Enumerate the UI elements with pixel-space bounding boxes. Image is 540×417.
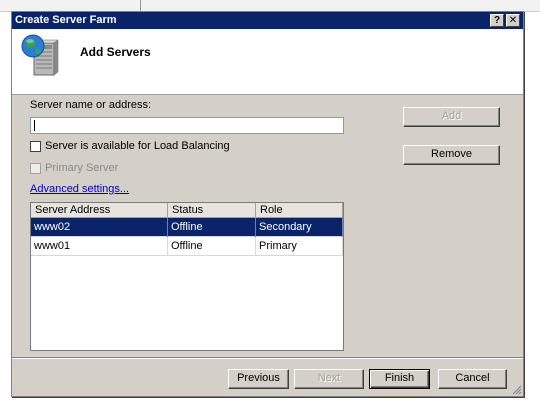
- server-globe-icon: [20, 33, 64, 79]
- cell-server-address: www02: [31, 217, 168, 237]
- wizard-footer: Previous Next Finish Cancel: [12, 360, 523, 396]
- cancel-button[interactable]: Cancel: [438, 369, 507, 389]
- primary-server-checkbox: [30, 162, 41, 174]
- cell-role: Primary: [256, 236, 343, 256]
- help-button[interactable]: ?: [490, 14, 504, 27]
- title-bar[interactable]: Create Server Farm ? ✕: [12, 12, 523, 29]
- cell-status: Offline: [168, 236, 256, 256]
- resize-grip-icon[interactable]: [511, 384, 522, 395]
- server-list-header: Server Address Status Role: [31, 203, 343, 218]
- text-caret: [34, 120, 35, 131]
- column-header-status[interactable]: Status: [168, 203, 256, 217]
- close-button[interactable]: ✕: [506, 14, 520, 27]
- table-row[interactable]: www01 Offline Primary: [31, 236, 343, 256]
- advanced-settings-link[interactable]: Advanced settings...: [30, 183, 129, 195]
- remove-button[interactable]: Remove: [403, 145, 500, 165]
- column-header-server-address[interactable]: Server Address: [31, 203, 168, 217]
- column-header-role[interactable]: Role: [256, 203, 343, 217]
- cell-role: Secondary: [256, 217, 343, 237]
- server-list[interactable]: Server Address Status Role www02 Offline…: [30, 202, 344, 351]
- wizard-header: Add Servers: [12, 29, 523, 95]
- load-balancing-label: Server is available for Load Balancing: [45, 140, 230, 152]
- cell-server-address: www01: [31, 236, 168, 256]
- next-button[interactable]: Next: [294, 369, 364, 389]
- create-server-farm-dialog: Create Server Farm ? ✕ Add Servers Serve…: [11, 11, 524, 397]
- load-balancing-checkbox[interactable]: [30, 140, 41, 152]
- table-row[interactable]: www02 Offline Secondary: [31, 217, 343, 237]
- cell-status: Offline: [168, 217, 256, 237]
- previous-button[interactable]: Previous: [228, 369, 289, 389]
- server-name-label: Server name or address:: [30, 99, 152, 111]
- finish-button[interactable]: Finish: [369, 369, 430, 389]
- wizard-content: Server name or address: Server is availa…: [12, 96, 523, 358]
- add-button[interactable]: Add: [403, 107, 500, 127]
- primary-server-label: Primary Server: [45, 162, 119, 174]
- page-heading: Add Servers: [80, 45, 151, 59]
- primary-server-checkbox-row: Primary Server: [30, 162, 118, 174]
- server-name-input[interactable]: [30, 117, 344, 134]
- footer-separator: [12, 357, 523, 359]
- dialog-title: Create Server Farm: [15, 14, 117, 26]
- load-balancing-checkbox-row[interactable]: Server is available for Load Balancing: [30, 140, 230, 152]
